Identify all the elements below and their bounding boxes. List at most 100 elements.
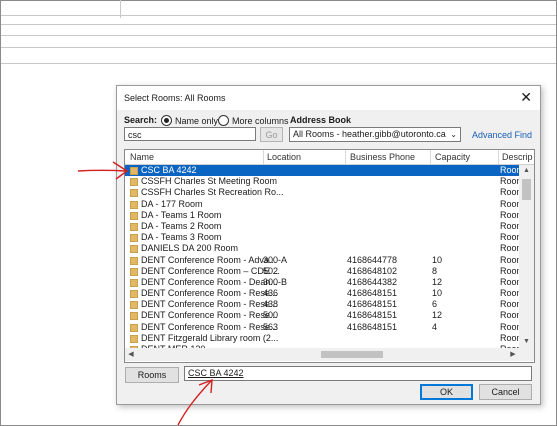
row-name: DENT Fitzgerald Library room (2... xyxy=(141,332,279,343)
row-name: DENT Conference Room - Dean... xyxy=(141,276,278,287)
column-header-capacity[interactable]: Capacity xyxy=(435,152,470,162)
row-capacity: 4 xyxy=(432,321,438,332)
search-label: Search: xyxy=(124,115,158,125)
radio-name-only-label: Name only xyxy=(175,115,219,126)
scroll-right-icon[interactable]: ▶ xyxy=(507,348,519,361)
row-name: DENT Conference Room – CDE ... xyxy=(141,265,280,276)
row-capacity: 12 xyxy=(432,310,443,321)
table-row[interactable]: CSSFH Charles St Recreation Ro... Room xyxy=(125,187,519,198)
row-name: DANIELS DA 200 Room xyxy=(141,243,239,254)
row-location: 300-A xyxy=(263,254,288,265)
table-row[interactable]: CSC BA 4242 Room xyxy=(125,165,519,177)
table-row[interactable]: DA - 177 Room Room xyxy=(125,199,519,210)
scroll-left-icon[interactable]: ◀ xyxy=(125,348,137,361)
room-icon xyxy=(130,189,138,198)
table-row[interactable]: DENT Fitzgerald Library room (2... Room xyxy=(125,333,519,344)
background-rule xyxy=(1,35,556,36)
table-row[interactable]: DENT Conference Room - Rese... 436 4168648… xyxy=(125,288,519,299)
row-name: DA - Teams 1 Room xyxy=(141,209,222,220)
row-description: Room xyxy=(500,332,519,343)
ok-button[interactable]: OK xyxy=(420,384,473,400)
background-rule xyxy=(1,15,556,16)
cancel-button[interactable]: Cancel xyxy=(479,384,532,400)
radio-more-columns[interactable]: More columns xyxy=(218,115,289,126)
row-name: CSSFH Charles St Meeting Room xyxy=(141,176,278,187)
table-row[interactable]: DENT Conference Room – CDE ... 502 4168648… xyxy=(125,266,519,277)
room-icon xyxy=(130,178,138,187)
background-divider xyxy=(120,0,121,18)
column-separator[interactable] xyxy=(498,150,499,164)
row-phone: 4168648151 xyxy=(347,310,398,321)
row-description: Room xyxy=(500,265,519,276)
room-icon xyxy=(130,234,138,243)
column-header-row: Name Location Business Phone Capacity De… xyxy=(125,150,534,165)
go-button[interactable]: Go xyxy=(260,127,283,142)
rooms-field[interactable]: CSC BA 4242 xyxy=(184,366,532,381)
column-separator[interactable] xyxy=(345,150,346,164)
radio-unselected-icon xyxy=(218,115,229,126)
horizontal-scrollbar[interactable]: ◀ ▶ xyxy=(125,348,519,361)
table-row[interactable]: DENT Conference Room - Rese... 500 4168648… xyxy=(125,310,519,321)
room-icon xyxy=(130,323,138,332)
address-book-value: All Rooms - heather.gibb@utoronto.ca xyxy=(293,129,446,139)
row-name: CSC BA 4242 xyxy=(141,165,197,175)
table-row[interactable]: CSSFH Charles St Meeting Room Room xyxy=(125,176,519,187)
row-description: Room xyxy=(500,209,519,220)
advanced-find-link[interactable]: Advanced Find xyxy=(472,130,532,140)
radio-selected-icon xyxy=(161,115,172,126)
column-separator[interactable] xyxy=(263,150,264,164)
scroll-down-icon[interactable]: ▼ xyxy=(519,336,534,348)
row-location: 436 xyxy=(263,288,279,299)
column-header-location[interactable]: Location xyxy=(267,152,301,162)
row-location: 438 xyxy=(263,299,279,310)
horizontal-scroll-thumb[interactable] xyxy=(321,351,383,358)
row-name: DENT Conference Room - Rese... xyxy=(141,321,278,332)
table-row[interactable]: DA - Teams 1 Room Room xyxy=(125,210,519,221)
row-name: DENT Conference Room - Rese... xyxy=(141,299,278,310)
room-icon xyxy=(130,256,138,265)
room-icon xyxy=(130,200,138,209)
row-phone: 4168648151 xyxy=(347,321,398,332)
table-row[interactable]: DENT Conference Room - Dean... 300-B 41686… xyxy=(125,277,519,288)
column-header-name[interactable]: Name xyxy=(130,152,154,162)
row-phone: 4168644778 xyxy=(347,254,398,265)
table-row[interactable]: DENT Conference Room - Rese... 438 4168648… xyxy=(125,299,519,310)
row-description: Room xyxy=(500,198,519,209)
room-icon xyxy=(130,290,138,299)
row-phone: 4168648151 xyxy=(347,288,398,299)
row-location: 500 xyxy=(263,310,279,321)
radio-name-only[interactable]: Name only xyxy=(161,115,218,126)
table-row[interactable]: DENT Conference Room - Rese... 563 4168648… xyxy=(125,322,519,333)
row-description: Room xyxy=(500,310,519,321)
table-row[interactable]: DA - Teams 2 Room Room xyxy=(125,221,519,232)
table-row[interactable]: DA - Teams 3 Room Room xyxy=(125,232,519,243)
row-description: Room xyxy=(500,220,519,231)
column-header-phone[interactable]: Business Phone xyxy=(350,152,415,162)
select-rooms-dialog: Select Rooms: All Rooms ✕ Search: Name o… xyxy=(116,85,541,405)
row-description: Room xyxy=(500,243,519,254)
background-rule xyxy=(1,63,556,64)
scrollbar-corner xyxy=(519,348,534,361)
column-header-description[interactable]: Descrip xyxy=(502,152,533,162)
row-capacity: 12 xyxy=(432,276,443,287)
radio-more-columns-label: More columns xyxy=(232,115,289,126)
column-separator[interactable] xyxy=(430,150,431,164)
close-icon[interactable]: ✕ xyxy=(520,90,532,104)
address-book-select[interactable]: All Rooms - heather.gibb@utoronto.ca ⌄ xyxy=(289,127,461,142)
room-icon xyxy=(130,245,138,254)
row-capacity: 10 xyxy=(432,288,443,299)
row-description: Room xyxy=(500,288,519,299)
rooms-button[interactable]: Rooms xyxy=(125,367,179,383)
table-row[interactable]: DENT Conference Room - Adva... 300-A 41686… xyxy=(125,255,519,266)
vertical-scrollbar[interactable]: ▲ ▼ xyxy=(519,165,534,348)
room-icon xyxy=(130,312,138,321)
table-row[interactable]: DANIELS DA 200 Room Room xyxy=(125,243,519,254)
search-input[interactable]: csc xyxy=(124,127,256,141)
row-description: Room xyxy=(500,299,519,310)
row-name: DENT Conference Room - Rese... xyxy=(141,288,278,299)
vertical-scroll-thumb[interactable] xyxy=(522,179,531,200)
row-name: CSSFH Charles St Recreation Ro... xyxy=(141,187,284,198)
scroll-up-icon[interactable]: ▲ xyxy=(519,165,534,177)
row-name: DENT Conference Room - Rese... xyxy=(141,310,278,321)
rooms-list: Name Location Business Phone Capacity De… xyxy=(124,149,535,363)
